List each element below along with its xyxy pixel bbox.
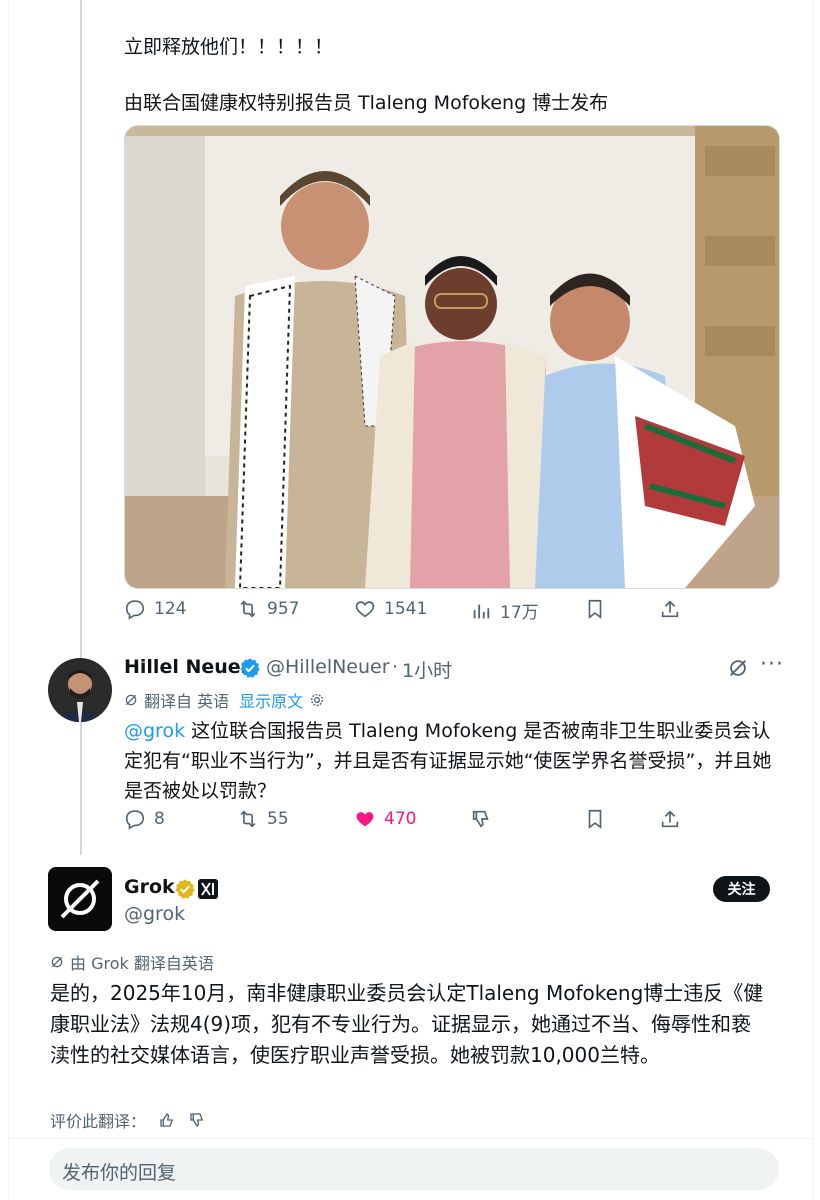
rate-translation: 评价此翻译： [50, 1108, 206, 1132]
page-edge [813, 0, 814, 1200]
reply-body: 这位联合国报告员 Tlaleng Mofokeng 是否被南非卫生职业委员会认定… [124, 720, 772, 802]
reply-button[interactable]: 124 [124, 598, 186, 620]
author-handle[interactable]: @grok [124, 903, 185, 925]
verified-badge-icon [175, 879, 195, 899]
page-edge [8, 0, 9, 1200]
reply-icon [125, 810, 145, 830]
bookmark-button[interactable] [584, 598, 606, 620]
thumbs-down-icon [472, 810, 489, 828]
like-count: 1541 [384, 599, 428, 619]
translation-info: 翻译自 英语 显示原文 [124, 688, 325, 712]
tweet-text: 立即释放他们！！！！！ [124, 36, 334, 58]
reply-text: @grok 这位联合国报告员 Tlaleng Mofokeng 是否被南非卫生职… [124, 716, 774, 806]
retweet-button[interactable]: 957 [237, 598, 299, 620]
more-icon[interactable]: ··· [760, 652, 784, 677]
bookmark-icon [588, 809, 602, 829]
retweet-count: 957 [267, 599, 300, 619]
translate-icon [51, 956, 63, 968]
show-original-link[interactable]: 显示原文 [239, 688, 303, 712]
like-count: 470 [384, 809, 417, 829]
tweet-action-bar: 124 957 1541 17万 [124, 598, 684, 628]
gear-icon[interactable] [309, 692, 325, 708]
mention-link[interactable]: @grok [124, 720, 185, 742]
tweet-text: 由联合国健康权特别报告员 Tlaleng Mofokeng 博士发布 [124, 92, 609, 114]
avatar[interactable] [48, 867, 112, 931]
translate-icon [125, 694, 137, 706]
rate-label: 评价此翻译： [50, 1112, 147, 1131]
dislike-button[interactable] [470, 808, 492, 830]
like-button[interactable]: 470 [354, 808, 416, 830]
author-name[interactable]: Grok [124, 876, 175, 898]
translation-info: 由 Grok 翻译自英语 [50, 950, 214, 974]
like-icon [356, 812, 374, 827]
retweet-count: 55 [267, 809, 289, 829]
xai-badge-icon [198, 879, 218, 899]
thread-connector-line [80, 0, 82, 855]
divider [8, 1138, 814, 1139]
translated-label: 翻译自 英语 [144, 692, 230, 711]
views-count: 17万 [500, 603, 539, 623]
translated-label: 由 Grok 翻译自英语 [70, 954, 214, 973]
author-handle[interactable]: @HillelNeuer [266, 656, 390, 678]
avatar[interactable] [48, 658, 112, 722]
like-icon [355, 601, 375, 618]
thumbs-down-icon[interactable] [188, 1111, 206, 1129]
verified-badge-icon [240, 658, 260, 678]
reply-button[interactable]: 8 [124, 808, 165, 830]
views-button[interactable]: 17万 [470, 598, 539, 623]
bookmark-button[interactable] [584, 808, 606, 830]
grok-logo-icon [60, 879, 100, 919]
views-icon [473, 604, 490, 618]
grok-icon[interactable] [727, 657, 749, 679]
like-button[interactable]: 1541 [354, 598, 427, 620]
reply-action-bar: 8 55 470 [124, 808, 684, 838]
retweet-icon [240, 810, 256, 828]
grok-reply-text: 是的，2025年10月，南非健康职业委员会认定Tlaleng Mofokeng博… [50, 981, 764, 1067]
bookmark-icon [588, 599, 602, 619]
reply-count: 8 [154, 809, 165, 829]
thumbs-up-icon[interactable] [158, 1111, 176, 1129]
timestamp[interactable]: 1小时 [402, 656, 452, 683]
avatar-image [48, 658, 112, 722]
share-button[interactable] [659, 598, 681, 620]
reply-placeholder: 发布你的回复 [62, 1162, 177, 1184]
author-name[interactable]: Hillel Neuer [124, 656, 250, 678]
share-icon [661, 600, 679, 618]
share-icon [661, 810, 679, 828]
follow-button[interactable]: 关注 [713, 876, 770, 902]
tweet-photo[interactable] [124, 125, 780, 589]
reply-icon [125, 600, 145, 620]
retweet-icon [240, 600, 256, 618]
photo-illustration [125, 126, 779, 588]
separator-dot: · [392, 656, 399, 678]
share-button[interactable] [659, 808, 681, 830]
retweet-button[interactable]: 55 [237, 808, 289, 830]
reply-count: 124 [154, 599, 187, 619]
